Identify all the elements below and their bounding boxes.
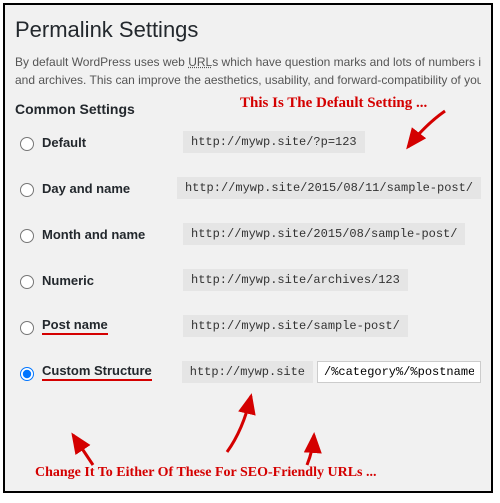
url-monthname: http://mywp.site/2015/08/sample-post/ [183,223,465,245]
annotation-default: This Is The Default Setting ... [240,95,427,112]
option-custom: Custom Structure http://mywp.site [15,361,481,383]
option-postname: Post name http://mywp.site/sample-post/ [15,315,481,337]
radio-default[interactable] [20,137,34,151]
label-postname: Post name [42,317,108,335]
label-default: Default [42,135,86,150]
option-default: Default http://mywp.site/?p=123 [15,131,481,153]
url-postname: http://mywp.site/sample-post/ [183,315,408,337]
label-monthname: Month and name [42,227,145,242]
url-numeric: http://mywp.site/archives/123 [183,269,408,291]
label-numeric: Numeric [42,273,94,288]
page-title: Permalink Settings [15,17,481,43]
option-monthname: Month and name http://mywp.site/2015/08/… [15,223,481,245]
radio-dayname[interactable] [20,183,34,197]
arrow-icon [299,430,339,470]
radio-numeric[interactable] [20,275,34,289]
label-dayname: Day and name [42,181,130,196]
arrow-icon [65,430,115,470]
url-custom-base: http://mywp.site [182,361,313,383]
option-numeric: Numeric http://mywp.site/archives/123 [15,269,481,291]
label-custom: Custom Structure [42,363,152,381]
url-dayname: http://mywp.site/2015/08/11/sample-post/ [177,177,481,199]
radio-monthname[interactable] [20,229,34,243]
url-default: http://mywp.site/?p=123 [183,131,365,153]
annotation-seo: Change It To Either Of These For SEO-Fri… [35,465,376,481]
arrow-icon [215,390,275,460]
radio-postname[interactable] [20,321,34,335]
custom-structure-input[interactable] [317,361,481,383]
radio-custom[interactable] [20,367,34,381]
page-description: By default WordPress uses web URLs which… [15,53,481,89]
option-dayname: Day and name http://mywp.site/2015/08/11… [15,177,481,199]
